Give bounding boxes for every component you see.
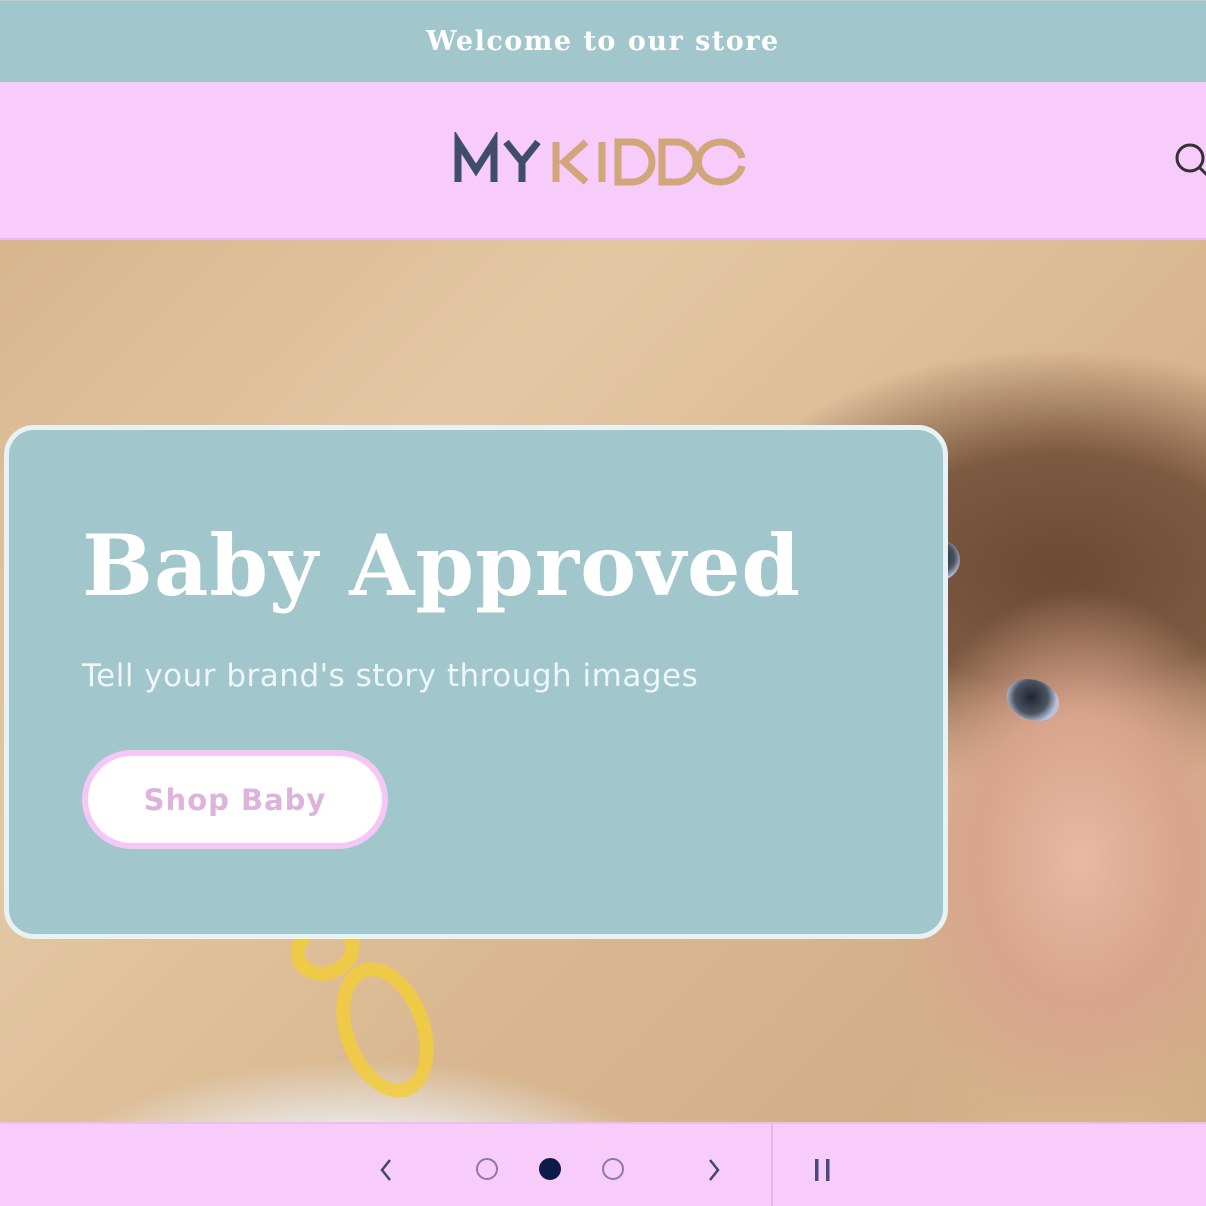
mykiddo-logo (454, 132, 746, 186)
announcement-bar: Welcome to our store (0, 0, 1206, 82)
search-button[interactable] (1172, 140, 1206, 180)
pause-slideshow-button[interactable] (800, 1148, 844, 1192)
pause-icon (815, 1159, 830, 1181)
controls-divider (771, 1124, 773, 1206)
chevron-right-icon (709, 1159, 720, 1181)
shop-baby-button[interactable]: Shop Baby (82, 750, 388, 849)
announcement-text: Welcome to our store (426, 26, 780, 57)
slide-dot-3[interactable] (602, 1158, 624, 1180)
hero-title: Baby Approved (82, 516, 802, 615)
hero-photo-eye (1000, 671, 1066, 729)
next-slide-button[interactable] (696, 1148, 732, 1192)
search-icon (1175, 143, 1206, 177)
previous-slide-button[interactable] (368, 1148, 404, 1192)
hero-subtitle: Tell your brand's story through images (82, 658, 699, 694)
slide-dot-1[interactable] (476, 1158, 498, 1180)
slide-dot-2[interactable] (539, 1158, 561, 1180)
site-logo[interactable] (452, 132, 748, 192)
slider-controls (0, 1122, 1206, 1206)
chevron-left-icon (380, 1159, 391, 1181)
